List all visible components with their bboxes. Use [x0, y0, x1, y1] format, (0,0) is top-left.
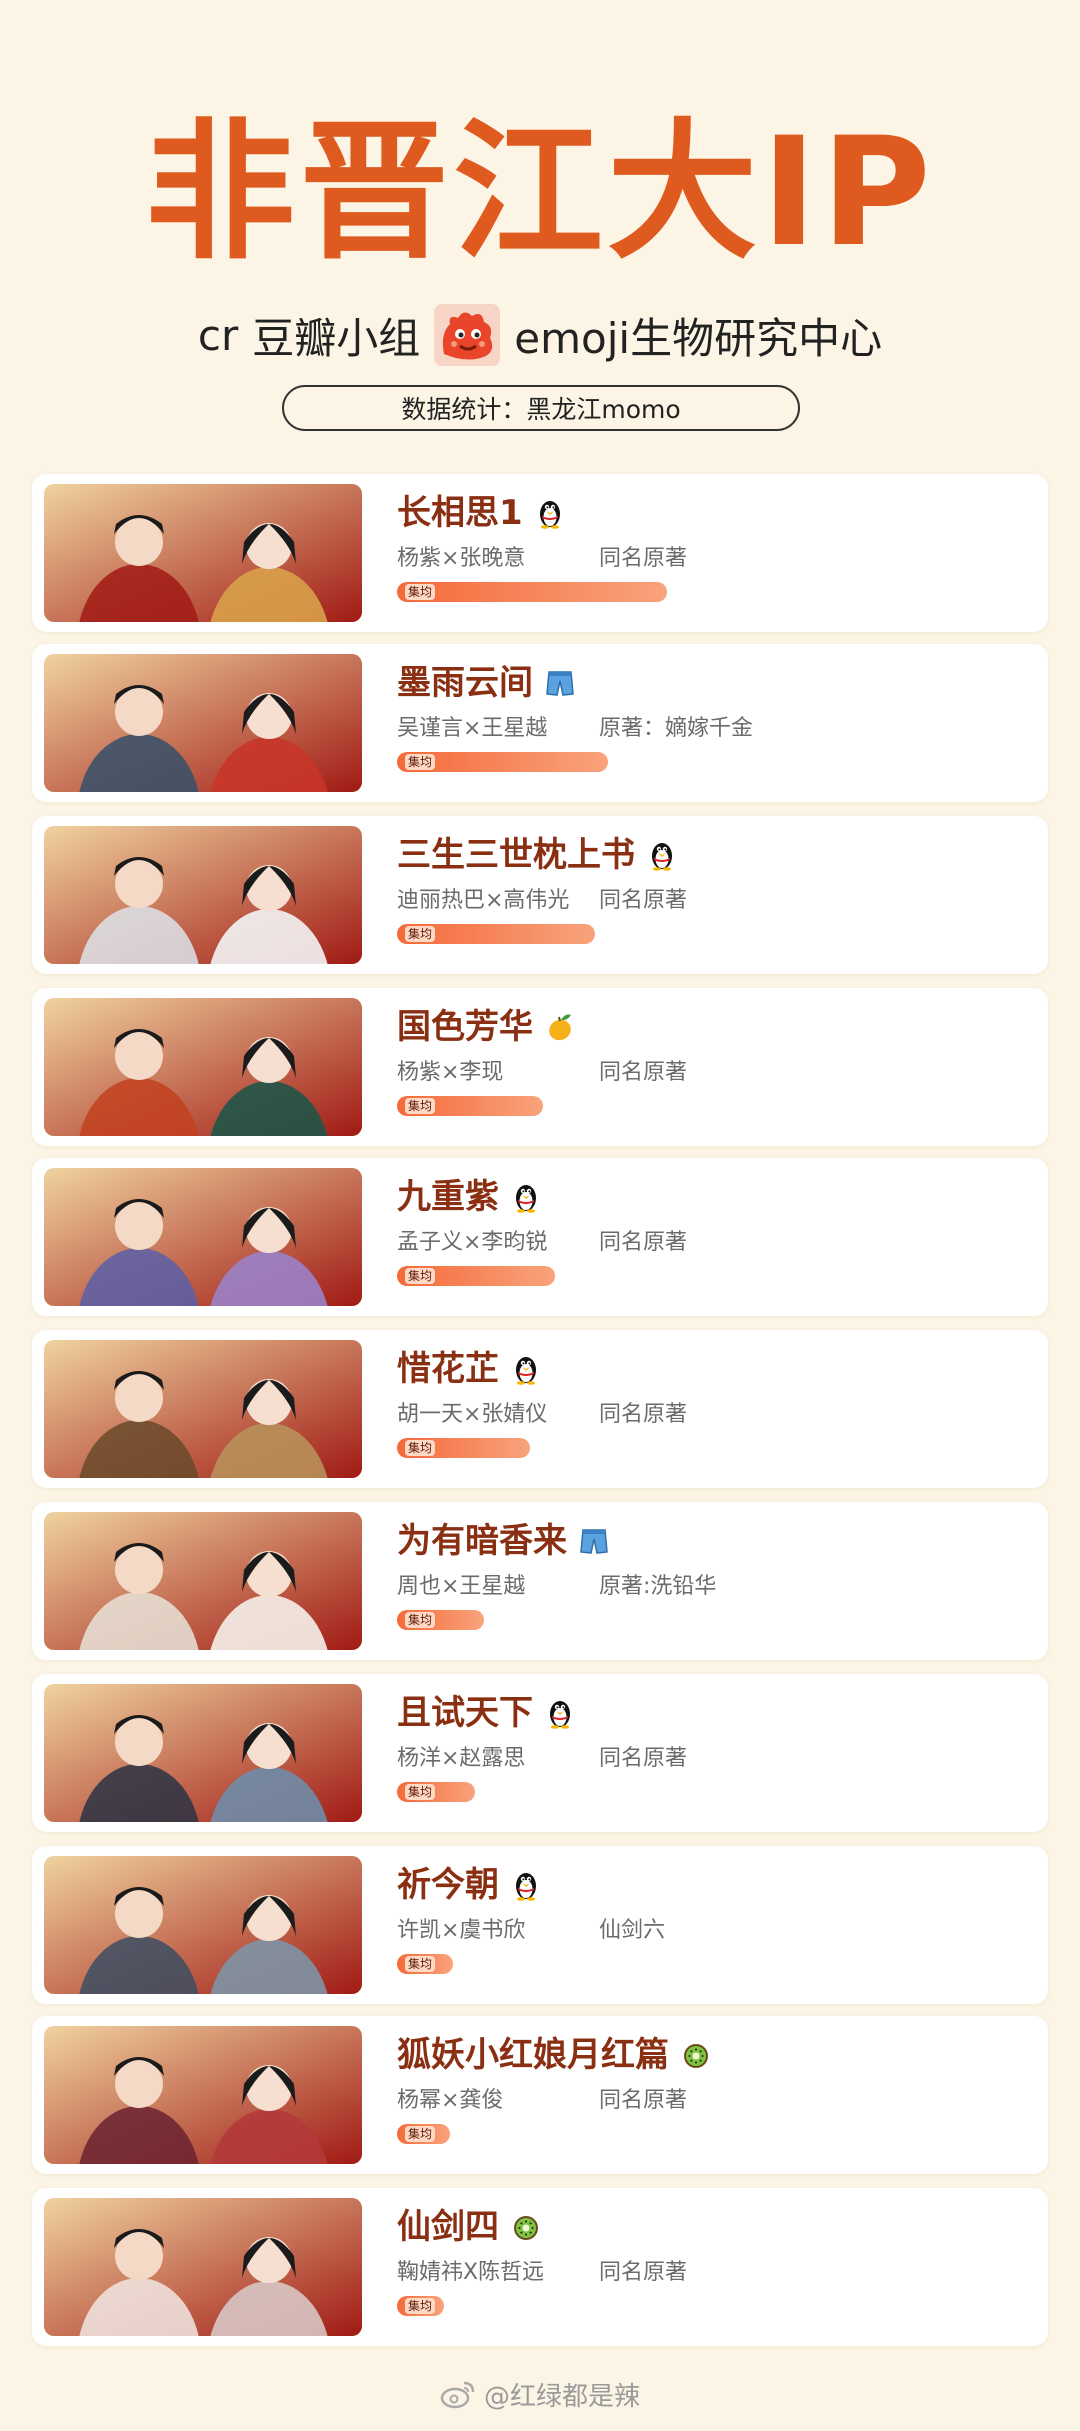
drama-title: 九重紫 [397, 1177, 499, 1217]
source-text: 同名原著 [599, 1060, 688, 1085]
credit-line: cr 豆瓣小组 emoji生物研究中心 [0, 300, 1080, 370]
drama-title: 三生三世枕上书 [397, 835, 635, 875]
rating-bar-label: 集均 [405, 584, 436, 600]
rating-bar-label: 集均 [405, 1784, 436, 1800]
rating-bar-label: 集均 [405, 1612, 436, 1628]
drama-title: 且试天下 [397, 1693, 533, 1733]
poster-image [44, 1340, 362, 1478]
rating-bar: 集均 [397, 752, 608, 772]
rating-bar: 集均 [397, 1266, 555, 1286]
source-text: 原著：嫡嫁千金 [599, 716, 754, 741]
cast-text: 杨紫×张晚意 [397, 546, 526, 571]
poster-image [44, 2026, 362, 2164]
source-text: 同名原著 [599, 1230, 688, 1255]
drama-title: 国色芳华 [397, 1007, 533, 1047]
drama-card[interactable]: 惜花芷胡一天×张婧仪 同名原著集均 [32, 1330, 1048, 1488]
cast-text: 杨幂×龚俊 [397, 2088, 504, 2113]
rating-bar: 集均 [397, 582, 667, 602]
stats-badge: 数据统计：黑龙江momo [282, 385, 800, 431]
rating-bar-label: 集均 [405, 1268, 436, 1284]
rating-bar-label: 集均 [405, 1098, 436, 1114]
drama-title: 长相思1 [397, 493, 523, 533]
cast-text: 杨紫×李现 [397, 1060, 504, 1085]
source-text: 同名原著 [599, 2088, 688, 2113]
cast-text: 鞠婧祎X陈哲远 [397, 2260, 545, 2285]
penguin-icon [511, 1181, 541, 1213]
source-text: 同名原著 [599, 546, 688, 571]
poster-image [44, 654, 362, 792]
drama-title: 墨雨云间 [397, 663, 533, 703]
rating-bar: 集均 [397, 1954, 453, 1974]
source-text: 同名原著 [599, 1402, 688, 1427]
drama-card[interactable]: 长相思1 杨紫×张晚意 同名原著集均 [32, 474, 1048, 632]
poster-image [44, 1856, 362, 1994]
penguin-icon [647, 839, 677, 871]
drama-card[interactable]: 祈今朝许凯×虞书欣 仙剑六集均 [32, 1846, 1048, 2004]
rating-bar: 集均 [397, 924, 595, 944]
drama-card[interactable]: 九重紫孟子义×李昀锐 同名原著集均 [32, 1158, 1048, 1316]
poster-image [44, 484, 362, 622]
source-text: 同名原著 [599, 888, 688, 913]
drama-card[interactable]: 狐妖小红娘月红篇杨幂×龚俊 同名原著集均 [32, 2016, 1048, 2174]
watermark-text: @红绿都是辣 [484, 2381, 641, 2412]
cast-text: 孟子义×李昀锐 [397, 1230, 548, 1255]
rating-bar: 集均 [397, 1096, 543, 1116]
poster-image [44, 1168, 362, 1306]
rating-bar-label: 集均 [405, 2298, 436, 2314]
mango-icon [545, 1011, 575, 1043]
rating-bar: 集均 [397, 2296, 444, 2316]
drama-card[interactable]: 三生三世枕上书迪丽热巴×高伟光 同名原著集均 [32, 816, 1048, 974]
monster-emoji-icon [434, 304, 501, 366]
drama-title: 狐妖小红娘月红篇 [397, 2035, 669, 2075]
credit-prefix: cr [197, 310, 239, 360]
penguin-icon [511, 1869, 541, 1901]
rating-bar: 集均 [397, 1438, 530, 1458]
drama-card[interactable]: 仙剑四鞠婧祎X陈哲远 同名原著集均 [32, 2188, 1048, 2346]
drama-card[interactable]: 墨雨云间吴谨言×王星越 原著：嫡嫁千金集均 [32, 644, 1048, 802]
poster-image [44, 1512, 362, 1650]
penguin-icon [545, 1697, 575, 1729]
source-text: 同名原著 [599, 1746, 688, 1771]
weibo-icon [440, 2379, 476, 2409]
cast-text: 胡一天×张婧仪 [397, 1402, 548, 1427]
shorts-icon [579, 1525, 609, 1557]
drama-title: 祈今朝 [397, 1865, 499, 1905]
credit-suffix: emoji生物研究中心 [514, 313, 883, 363]
shorts-icon [545, 667, 575, 699]
source-text: 仙剑六 [599, 1918, 666, 1943]
cast-text: 周也×王星越 [397, 1574, 526, 1599]
rating-bar-label: 集均 [405, 754, 436, 770]
rating-bar: 集均 [397, 1610, 484, 1630]
source-text: 同名原著 [599, 2260, 688, 2285]
drama-title: 惜花芷 [397, 1349, 499, 1389]
rating-bar-label: 集均 [405, 1440, 436, 1456]
watermark: @红绿都是辣 [440, 2374, 640, 2414]
drama-title: 为有暗香来 [397, 1521, 567, 1561]
rating-bar-label: 集均 [405, 2126, 436, 2142]
cast-text: 迪丽热巴×高伟光 [397, 888, 570, 913]
penguin-icon [535, 497, 565, 529]
rating-bar: 集均 [397, 1782, 475, 1802]
cast-text: 许凯×虞书欣 [397, 1918, 526, 1943]
poster-image [44, 1684, 362, 1822]
page-title: 非晋江大IP [145, 106, 935, 280]
drama-card[interactable]: 国色芳华杨紫×李现 同名原著集均 [32, 988, 1048, 1146]
poster-image [44, 2198, 362, 2336]
kiwi-icon [511, 2211, 541, 2243]
kiwi-icon [681, 2039, 711, 2071]
rating-bar: 集均 [397, 2124, 450, 2144]
penguin-icon [511, 1353, 541, 1385]
poster-image [44, 826, 362, 964]
source-text: 原著:洗铅华 [599, 1574, 717, 1599]
drama-title: 仙剑四 [397, 2207, 499, 2247]
poster-image [44, 998, 362, 1136]
rating-bar-label: 集均 [405, 1956, 436, 1972]
drama-card[interactable]: 且试天下杨洋×赵露思 同名原著集均 [32, 1674, 1048, 1832]
credit-group: 豆瓣小组 [252, 313, 421, 363]
rating-bar-label: 集均 [405, 926, 436, 942]
cast-text: 杨洋×赵露思 [397, 1746, 526, 1771]
drama-card[interactable]: 为有暗香来周也×王星越 原著:洗铅华集均 [32, 1502, 1048, 1660]
cast-text: 吴谨言×王星越 [397, 716, 548, 741]
